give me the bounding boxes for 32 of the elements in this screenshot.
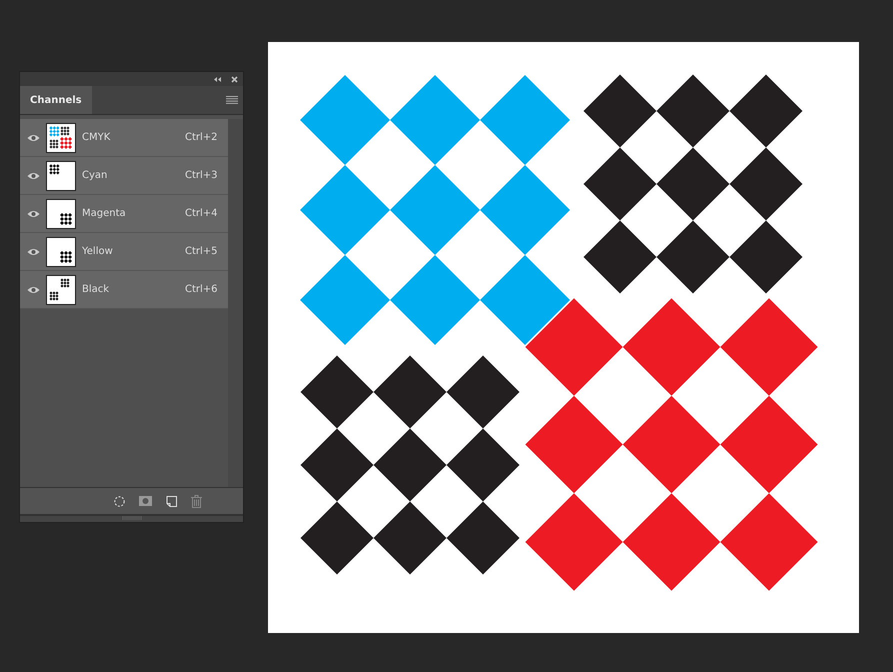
shortcut-label: Ctrl+2 — [185, 132, 219, 143]
channel-row[interactable]: Yellow Ctrl+5 — [20, 233, 228, 271]
channel-name: Cyan — [82, 170, 108, 181]
menu-icon[interactable] — [225, 96, 239, 104]
channel-name: Magenta — [82, 208, 127, 219]
new-channel-icon[interactable] — [166, 496, 177, 506]
channel-thumbnail — [46, 160, 76, 190]
channel-row[interactable]: CMYK Ctrl+2 — [20, 119, 228, 157]
channel-thumbnail — [46, 122, 76, 152]
shortcut-label: Ctrl+5 — [185, 246, 219, 257]
channel-row[interactable]: Cyan Ctrl+3 — [20, 157, 228, 195]
eye-icon[interactable] — [26, 172, 40, 180]
channel-thumbnail — [46, 236, 76, 266]
channel-name: Black — [82, 284, 110, 295]
channel-name: CMYK — [82, 132, 112, 143]
dotted-circle-icon[interactable] — [114, 496, 125, 506]
channel-thumbnail — [46, 274, 76, 304]
channel-name: Yellow — [82, 246, 114, 257]
panel-tab[interactable]: Channels — [20, 86, 92, 114]
eye-icon[interactable] — [26, 134, 40, 142]
channel-row[interactable]: Black Ctrl+6 — [20, 271, 228, 309]
shortcut-label: Ctrl+6 — [185, 284, 219, 295]
eye-icon[interactable] — [26, 210, 40, 218]
eye-icon[interactable] — [26, 248, 40, 256]
close-icon[interactable] — [231, 76, 238, 82]
shortcut-label: Ctrl+3 — [185, 170, 219, 181]
eye-icon[interactable] — [26, 286, 40, 294]
channel-row[interactable]: Magenta Ctrl+4 — [20, 195, 228, 233]
collapse-icon[interactable] — [214, 76, 221, 82]
shortcut-label: Ctrl+4 — [185, 208, 219, 219]
mask-icon[interactable] — [139, 496, 152, 506]
channel-thumbnail — [46, 198, 76, 228]
